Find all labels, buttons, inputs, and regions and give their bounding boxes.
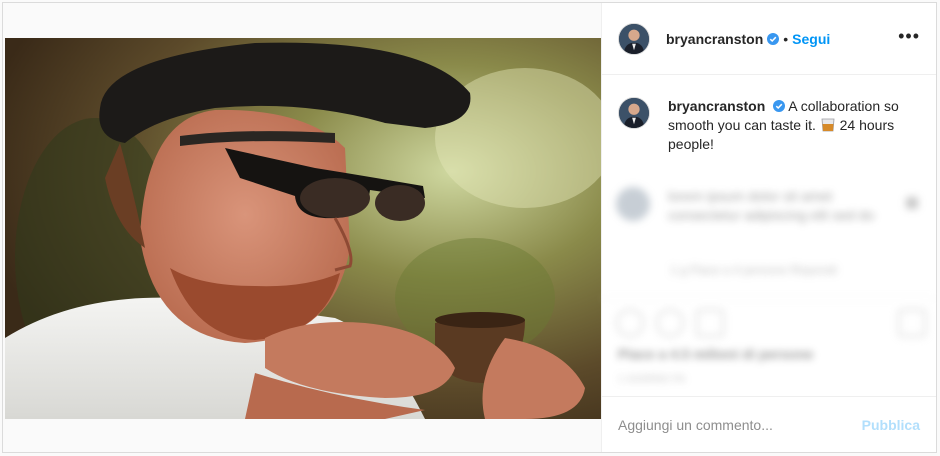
verified-badge-icon: [773, 100, 786, 112]
separator-dot: •: [783, 30, 789, 47]
post-side-panel: bryancranston • Segui ••• bryancranston …: [602, 3, 936, 452]
avatar[interactable]: [616, 187, 650, 221]
more-options-icon[interactable]: •••: [898, 27, 920, 45]
avatar[interactable]: [618, 22, 650, 55]
share-icon[interactable]: [696, 309, 724, 337]
add-comment-bar: Pubblica: [602, 396, 936, 452]
comment-meta: 1 g Piace a 4 persone Rispondi: [670, 263, 837, 277]
caption-username[interactable]: bryancranston: [668, 98, 765, 114]
likes-count[interactable]: Piace a 4.5 milioni di persone: [602, 346, 936, 370]
verified-badge-icon: [767, 32, 780, 45]
whiskey-glass-icon: [821, 118, 835, 132]
post-header: bryancranston • Segui •••: [602, 3, 936, 75]
comment-input[interactable]: [618, 416, 838, 433]
avatar[interactable]: [618, 97, 650, 129]
caption-text: bryancranston A collaboration so smooth …: [668, 97, 916, 154]
action-bar: [602, 298, 936, 346]
heart-icon[interactable]: [616, 309, 644, 337]
comment-icon[interactable]: [656, 309, 684, 337]
instagram-post: bryancranston • Segui ••• bryancranston …: [2, 2, 937, 453]
comment-like-icon[interactable]: [906, 197, 918, 209]
comment-item: lorem ipsum dolor sit amet consectetur a…: [616, 187, 926, 225]
comments-section[interactable]: bryancranston A collaboration so smooth …: [602, 75, 936, 298]
post-photo[interactable]: [5, 38, 601, 419]
post-media[interactable]: [3, 3, 602, 452]
bookmark-icon[interactable]: [898, 309, 926, 337]
comment-text: lorem ipsum dolor sit amet consectetur a…: [668, 188, 875, 223]
username-link[interactable]: bryancranston: [666, 31, 763, 47]
publish-button[interactable]: Pubblica: [862, 417, 920, 433]
post-date: 1 GIORNO FA: [618, 374, 686, 385]
follow-button[interactable]: Segui: [792, 31, 830, 47]
caption: bryancranston A collaboration so smooth …: [602, 75, 936, 154]
